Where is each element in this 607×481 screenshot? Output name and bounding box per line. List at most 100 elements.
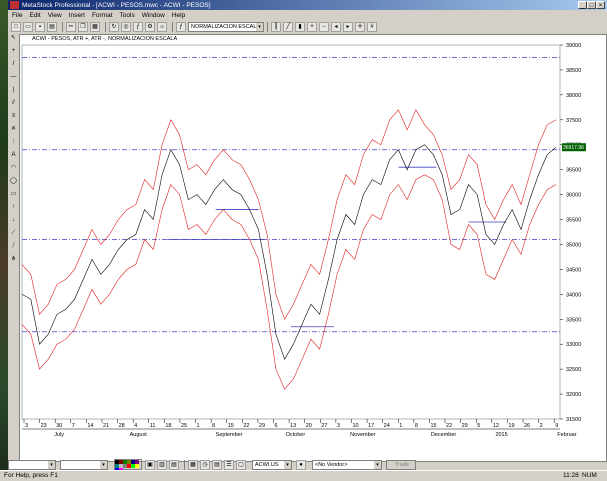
fibonacci-icon[interactable]: ≡	[9, 112, 18, 120]
zoom-in-icon[interactable]: +	[307, 22, 317, 32]
crosshair-icon[interactable]: ✛	[355, 22, 365, 32]
security-combo[interactable]: ACWI.US ▾	[252, 459, 292, 470]
pointer-icon[interactable]: ↖	[9, 34, 18, 42]
menu-item-tools[interactable]: Tools	[120, 12, 135, 19]
y-tick-label: 37500	[566, 118, 581, 124]
chevron-down-icon[interactable]: ▾	[100, 460, 107, 469]
x-month-label: July	[54, 432, 64, 438]
menu-item-format[interactable]: Format	[92, 12, 113, 19]
x-month-label: November	[350, 432, 376, 438]
close-icon[interactable]: ×	[596, 1, 605, 9]
y-tick-label: 34500	[566, 267, 581, 273]
print-icon[interactable]: ▤	[47, 22, 57, 32]
x-tick-label: 26	[524, 423, 530, 429]
crosshair-tool-icon[interactable]: +	[9, 47, 18, 55]
ellipse-icon[interactable]: ◯	[9, 177, 18, 185]
fill-icon[interactable]: ▥	[157, 459, 167, 470]
cut-icon[interactable]: ✂	[66, 22, 76, 32]
open-icon[interactable]: ▭	[23, 22, 33, 32]
menu-item-window[interactable]: Window	[142, 12, 165, 19]
menu-item-help[interactable]: Help	[172, 12, 185, 19]
menu-item-edit[interactable]: Edit	[29, 12, 40, 19]
rectangle-icon[interactable]: ▭	[9, 190, 18, 198]
vertical-line-icon[interactable]: |	[9, 86, 18, 94]
color-swatch[interactable]	[135, 464, 139, 468]
new-chart-icon[interactable]: □	[11, 22, 21, 32]
minimize-icon[interactable]: _	[578, 1, 587, 9]
status-help-text: For Help, press F1	[4, 472, 58, 479]
maximize-icon[interactable]: □	[587, 1, 596, 9]
menu-item-file[interactable]: File	[12, 12, 22, 19]
chevron-down-icon[interactable]: ▾	[256, 23, 263, 31]
x-month-label: October	[286, 432, 306, 438]
color-picker-icon[interactable]: ▣	[145, 459, 155, 470]
toolbar-separator	[172, 22, 173, 32]
copy-icon[interactable]: ❐	[78, 22, 88, 32]
x-tick-label: 13	[290, 423, 296, 429]
y-tick-label: 35500	[566, 218, 581, 224]
menu-item-view[interactable]: View	[48, 12, 62, 19]
x-month-label: August	[130, 432, 148, 438]
indicator-builder-icon[interactable]: ƒ	[133, 22, 143, 32]
chart-options-icon[interactable]: ▤	[212, 459, 222, 470]
window-icon[interactable]: ▢	[236, 459, 246, 470]
chevron-down-icon[interactable]: ▾	[48, 460, 55, 469]
arc-icon[interactable]: ◠	[9, 164, 18, 172]
cycle-icon[interactable]: ⫶	[9, 138, 18, 146]
menu-item-insert[interactable]: Insert	[69, 12, 85, 19]
candle-icon[interactable]: ▮	[295, 22, 305, 32]
expert-advisor-icon[interactable]: ☼	[157, 22, 167, 32]
explorer-icon[interactable]: ◎	[121, 22, 131, 32]
scroll-left-icon[interactable]: ◂	[331, 22, 341, 32]
periodicity-icon[interactable]: ◷	[200, 459, 210, 470]
indicator-combo[interactable]: NORMALIZACION ESCALA ▾	[188, 22, 264, 32]
legend-icon[interactable]: ☰	[224, 459, 234, 470]
lower-band-line	[21, 174, 557, 390]
grid-icon[interactable]: #	[367, 22, 377, 32]
trendline-icon[interactable]: /	[9, 60, 18, 68]
save-icon[interactable]: ▪	[35, 22, 45, 32]
regression-icon[interactable]: ⧸	[9, 242, 18, 250]
chevron-down-icon[interactable]: ▾	[374, 460, 381, 469]
realtime-icon[interactable]: ●	[296, 459, 306, 470]
buy-arrow-icon[interactable]: ↑	[9, 203, 18, 211]
metastock-app-icon	[10, 1, 19, 9]
bar-chart-icon[interactable]: ┃	[271, 22, 281, 32]
x-tick-label: 9	[555, 423, 558, 429]
system-tester-icon[interactable]: ⚙	[145, 22, 155, 32]
trade-button[interactable]: Trade	[386, 459, 416, 470]
line-weight-combo[interactable]: ▾	[60, 459, 108, 470]
x-tick-label: 6	[275, 423, 278, 429]
scroll-right-icon[interactable]: ▸	[343, 22, 353, 32]
vendor-combo[interactable]: <No Vendor> ▾	[312, 459, 382, 470]
chevron-down-icon[interactable]: ▾	[284, 460, 291, 469]
zoom-out-icon[interactable]: −	[319, 22, 329, 32]
toolbar-separator	[267, 22, 268, 32]
line-chart-icon[interactable]: ╱	[283, 22, 293, 32]
security-icon[interactable]: ▦	[188, 459, 198, 470]
text-tool-icon[interactable]: A	[9, 151, 18, 159]
x-tick-label: 15	[228, 423, 234, 429]
price-chart[interactable]: 31500 32000 32500 33000 33500 34000 34500 35000…	[20, 35, 606, 461]
x-tick-label: 4	[134, 423, 137, 429]
y-tick-label: 32500	[566, 367, 581, 373]
x-tick-label: 3	[25, 423, 28, 429]
main-toolbar: □ ▭ ▪ ▤ ✂ ❐ ▦ ↻ ◎ ƒ ⚙ ☼ ƒ NORMALIZACION …	[8, 20, 607, 34]
paste-icon[interactable]: ▦	[90, 22, 100, 32]
channel-icon[interactable]: ⫽	[9, 99, 18, 107]
x-month-label: September	[216, 432, 243, 438]
chart-window[interactable]: ACWI - PESOS, ATR +, ATR -, NORMALIZACIO…	[19, 34, 607, 462]
indicator-quicklist-icon[interactable]: ƒ	[176, 22, 186, 32]
style-icon[interactable]: ▤	[169, 459, 179, 470]
line-style-combo[interactable]: ▾	[8, 459, 56, 470]
y-tick-label: 32000	[566, 392, 581, 398]
refresh-icon[interactable]: ↻	[109, 22, 119, 32]
sell-arrow-icon[interactable]: ↓	[9, 216, 18, 224]
color-palette[interactable]	[114, 459, 142, 472]
gann-icon[interactable]: ✕	[9, 125, 18, 133]
speed-lines-icon[interactable]: ⟋	[9, 229, 18, 237]
andrews-fork-icon[interactable]: ⋔	[9, 255, 18, 263]
horizontal-line-icon[interactable]: —	[9, 73, 18, 81]
x-tick-label: 14	[87, 423, 93, 429]
x-tick-label: 23	[41, 423, 47, 429]
